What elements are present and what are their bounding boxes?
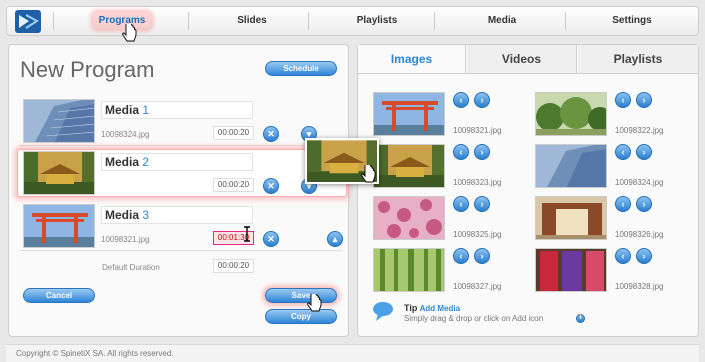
add-right-icon[interactable]: › <box>474 196 490 212</box>
add-left-icon[interactable]: ‹ <box>453 196 469 212</box>
program-editor-panel: New Program Schedule Media 1 10098324.jp… <box>8 44 349 337</box>
library-image-filename: 10098324.jpg <box>615 178 664 187</box>
add-left-icon[interactable]: ‹ <box>615 248 631 264</box>
add-right-icon[interactable]: › <box>636 248 652 264</box>
text-cursor-icon <box>244 226 250 242</box>
add-right-icon[interactable]: › <box>474 144 490 160</box>
add-right-icon[interactable]: › <box>474 248 490 264</box>
copy-button[interactable]: Copy <box>265 309 337 324</box>
nav-media[interactable]: Media <box>447 7 557 35</box>
spinetix-logo-icon <box>15 10 41 33</box>
remove-icon[interactable]: ✕ <box>263 231 279 247</box>
library-image-thumbnail[interactable] <box>373 144 445 188</box>
library-image-filename: 10098322.jpg <box>615 126 664 135</box>
media-thumbnail <box>23 151 95 195</box>
media-name-field[interactable]: Media 3 <box>101 206 253 224</box>
nav-playlists[interactable]: Playlists <box>317 7 437 35</box>
library-image-filename: 10098323.jpg <box>453 178 502 187</box>
default-duration-field[interactable]: 00:00:20 <box>213 259 254 273</box>
hand-cursor-icon <box>122 24 137 42</box>
hand-cursor-icon <box>307 294 322 312</box>
media-filename: 10098324.jpg <box>101 130 150 139</box>
duration-field[interactable]: 00:00:20 <box>213 178 254 192</box>
media-name-field[interactable]: Media 1 <box>101 101 253 119</box>
media-thumbnail <box>23 204 95 248</box>
media-filename: 10098321.jpg <box>101 235 150 244</box>
add-left-icon[interactable]: ‹ <box>615 144 631 160</box>
library-image-thumbnail[interactable] <box>535 92 607 136</box>
duration-field[interactable]: 00:00:20 <box>213 126 254 140</box>
move-up-icon[interactable]: ▴ <box>327 231 343 247</box>
library-image-filename: 10098326.jpg <box>615 230 664 239</box>
add-media-link[interactable]: Add Media <box>420 304 460 313</box>
add-right-icon[interactable]: › <box>636 92 652 108</box>
add-right-icon[interactable]: › <box>636 196 652 212</box>
library-image-thumbnail[interactable] <box>535 248 607 292</box>
tip-label: Tip <box>404 303 418 313</box>
tab-videos[interactable]: Videos <box>467 45 577 73</box>
add-left-icon[interactable]: ‹ <box>615 92 631 108</box>
add-right-icon[interactable]: › <box>636 144 652 160</box>
copyright-text: Copyright © SpinetiX SA. All rights rese… <box>16 349 174 358</box>
library-image-thumbnail[interactable] <box>373 196 445 240</box>
media-name-field[interactable]: Media 2 <box>101 153 253 171</box>
tip-text: Simply drag & drop or click on Add icon <box>404 314 544 323</box>
library-image-thumbnail[interactable] <box>373 92 445 136</box>
media-library-panel: Images Videos Playlists ‹ › 10098321.jpg ‹ ›… <box>357 44 699 337</box>
save-button[interactable]: Save <box>265 288 337 303</box>
library-image-thumbnail[interactable] <box>535 144 607 188</box>
library-image-filename: 10098325.jpg <box>453 230 502 239</box>
library-image-filename: 10098327.jpg <box>453 282 502 291</box>
nav-settings[interactable]: Settings <box>577 7 687 35</box>
library-image-thumbnail[interactable] <box>535 196 607 240</box>
media-row-1[interactable]: Media 1 10098324.jpg 00:00:20 ✕ ▾ <box>20 98 342 146</box>
add-left-icon[interactable]: ‹ <box>453 92 469 108</box>
info-icon: i <box>576 314 585 323</box>
media-thumbnail <box>23 99 95 143</box>
page-title: New Program <box>20 57 155 82</box>
top-navigation: Programs Slides Playlists Media Settings <box>6 6 699 36</box>
tab-playlists[interactable]: Playlists <box>578 45 698 73</box>
speech-bubble-icon <box>373 302 393 321</box>
media-row-2[interactable]: Media 2 00:00:20 ✕ ▾ <box>17 149 347 197</box>
schedule-button[interactable]: Schedule <box>265 61 337 76</box>
library-image-filename: 10098321.jpg <box>453 126 502 135</box>
nav-slides[interactable]: Slides <box>197 7 307 35</box>
add-left-icon[interactable]: ‹ <box>453 248 469 264</box>
add-left-icon[interactable]: ‹ <box>615 196 631 212</box>
library-image-filename: 10098328.jpg <box>615 282 664 291</box>
add-right-icon[interactable]: › <box>474 92 490 108</box>
cancel-button[interactable]: Cancel <box>23 288 95 303</box>
media-row-3[interactable]: Media 3 10098321.jpg 00:01:30 ✕ ▴ <box>20 203 343 251</box>
hand-cursor-icon <box>361 165 376 183</box>
footer: Copyright © SpinetiX SA. All rights rese… <box>6 344 699 362</box>
add-left-icon[interactable]: ‹ <box>453 144 469 160</box>
tab-images[interactable]: Images <box>358 45 466 73</box>
default-duration-label: Default Duration <box>102 263 160 272</box>
remove-icon[interactable]: ✕ <box>263 178 279 194</box>
library-image-thumbnail[interactable] <box>373 248 445 292</box>
remove-icon[interactable]: ✕ <box>263 126 279 142</box>
